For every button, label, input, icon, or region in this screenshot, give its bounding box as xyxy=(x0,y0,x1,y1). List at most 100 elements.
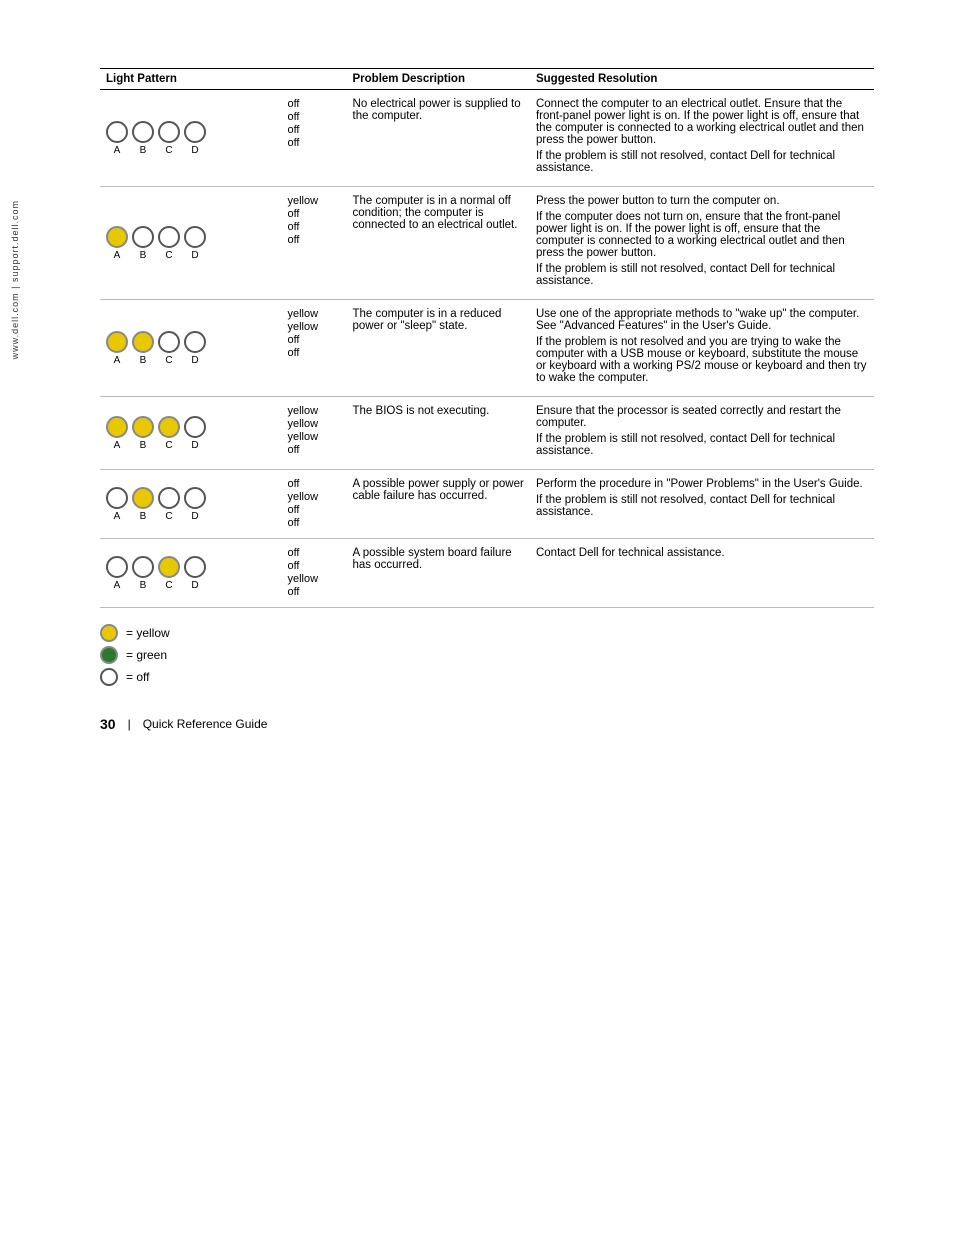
light-circle-3-1 xyxy=(132,416,154,438)
states-cell: yellowoffoffoff xyxy=(283,187,346,300)
light-circle-1-2 xyxy=(158,226,180,248)
resolution-text: If the problem is still not resolved, co… xyxy=(536,150,868,174)
light-label: A xyxy=(106,440,128,451)
problem-cell: A possible power supply or power cable f… xyxy=(347,470,530,539)
state-value: off xyxy=(287,547,342,560)
page-container: www.dell.com | support.dell.com Light Pa… xyxy=(0,0,954,1235)
state-value: off xyxy=(287,504,342,517)
light-circle-3-3 xyxy=(184,416,206,438)
light-label: C xyxy=(158,250,180,261)
table-row: ABCD yellowyellowoffoff The computer is … xyxy=(100,300,874,397)
light-label: C xyxy=(158,580,180,591)
states-cell: yellowyellowoffoff xyxy=(283,300,346,397)
light-circle-3-0 xyxy=(106,416,128,438)
light-label: D xyxy=(184,355,206,366)
problem-desc: The computer is in a normal off conditio… xyxy=(353,195,518,231)
light-pattern-cell: ABCD xyxy=(100,470,283,539)
light-circle-1-0 xyxy=(106,226,128,248)
light-circle-4-3 xyxy=(184,487,206,509)
light-label: D xyxy=(184,580,206,591)
state-value: yellow xyxy=(287,573,342,586)
light-label: B xyxy=(132,250,154,261)
problem-cell: No electrical power is supplied to the c… xyxy=(347,90,530,187)
light-label: A xyxy=(106,250,128,261)
state-value: off xyxy=(287,221,342,234)
col-header-light-pattern: Light Pattern xyxy=(100,69,283,90)
col-header-problem: Problem Description xyxy=(347,69,530,90)
resolution-cell: Press the power button to turn the compu… xyxy=(530,187,874,300)
light-label: C xyxy=(158,355,180,366)
state-value: off xyxy=(287,234,342,247)
state-value: off xyxy=(287,586,342,599)
state-value: off xyxy=(287,517,342,530)
resolution-cell: Perform the procedure in "Power Problems… xyxy=(530,470,874,539)
table-row: ABCD offyellowoffoff A possible power su… xyxy=(100,470,874,539)
light-circle-1-1 xyxy=(132,226,154,248)
problem-cell: The computer is in a reduced power or "s… xyxy=(347,300,530,397)
problem-desc: A possible power supply or power cable f… xyxy=(353,478,524,502)
state-value: yellow xyxy=(287,405,342,418)
light-label: A xyxy=(106,580,128,591)
light-pattern-cell: ABCD xyxy=(100,187,283,300)
light-label: D xyxy=(184,145,206,156)
resolution-cell: Ensure that the processor is seated corr… xyxy=(530,397,874,470)
legend-label: = off xyxy=(126,670,149,684)
legend-section: = yellow = green = off xyxy=(100,624,874,686)
light-circle-4-1 xyxy=(132,487,154,509)
light-circle-2-1 xyxy=(132,331,154,353)
states-cell: yellowyellowyellowoff xyxy=(283,397,346,470)
footer-divider: | xyxy=(128,717,131,731)
light-label: A xyxy=(106,355,128,366)
resolution-cell: Use one of the appropriate methods to "w… xyxy=(530,300,874,397)
resolution-text: Ensure that the processor is seated corr… xyxy=(536,405,868,429)
state-value: yellow xyxy=(287,418,342,431)
state-value: yellow xyxy=(287,491,342,504)
light-circle-4-0 xyxy=(106,487,128,509)
states-cell: offoffyellowoff xyxy=(283,539,346,608)
col-header-state xyxy=(283,69,346,90)
state-value: off xyxy=(287,444,342,457)
legend-item: = yellow xyxy=(100,624,874,642)
resolution-text: Use one of the appropriate methods to "w… xyxy=(536,308,868,332)
legend-label: = yellow xyxy=(126,626,170,640)
state-value: off xyxy=(287,478,342,491)
diagnostic-table: Light Pattern Problem Description Sugges… xyxy=(100,68,874,608)
guide-name: Quick Reference Guide xyxy=(143,717,268,731)
light-pattern-cell: ABCD xyxy=(100,90,283,187)
resolution-cell: Connect the computer to an electrical ou… xyxy=(530,90,874,187)
light-circle-1-3 xyxy=(184,226,206,248)
resolution-text: If the computer does not turn on, ensure… xyxy=(536,211,868,259)
state-value: off xyxy=(287,98,342,111)
light-label: B xyxy=(132,145,154,156)
problem-desc: The computer is in a reduced power or "s… xyxy=(353,308,502,332)
table-row: ABCD yellowoffoffoff The computer is in … xyxy=(100,187,874,300)
light-circle-3-2 xyxy=(158,416,180,438)
light-label: C xyxy=(158,440,180,451)
light-circle-0-0 xyxy=(106,121,128,143)
resolution-text: Perform the procedure in "Power Problems… xyxy=(536,478,868,490)
page-number: 30 xyxy=(100,716,116,732)
problem-desc: The BIOS is not executing. xyxy=(353,405,490,417)
light-circle-5-1 xyxy=(132,556,154,578)
problem-desc: No electrical power is supplied to the c… xyxy=(353,98,521,122)
light-label: D xyxy=(184,440,206,451)
resolution-text: Connect the computer to an electrical ou… xyxy=(536,98,868,146)
table-row: ABCD yellowyellowyellowoff The BIOS is n… xyxy=(100,397,874,470)
legend-item: = off xyxy=(100,668,874,686)
resolution-cell: Contact Dell for technical assistance. xyxy=(530,539,874,608)
problem-cell: The BIOS is not executing. xyxy=(347,397,530,470)
light-circle-0-2 xyxy=(158,121,180,143)
state-value: yellow xyxy=(287,431,342,444)
light-label: B xyxy=(132,511,154,522)
light-circle-5-2 xyxy=(158,556,180,578)
legend-item: = green xyxy=(100,646,874,664)
light-circle-5-3 xyxy=(184,556,206,578)
table-row: ABCD offoffoffoff No electrical power is… xyxy=(100,90,874,187)
light-label: D xyxy=(184,250,206,261)
sidebar-text: www.dell.com | support.dell.com xyxy=(10,200,20,359)
states-cell: offyellowoffoff xyxy=(283,470,346,539)
resolution-text: If the problem is still not resolved, co… xyxy=(536,494,868,518)
problem-cell: A possible system board failure has occu… xyxy=(347,539,530,608)
light-pattern-cell: ABCD xyxy=(100,539,283,608)
resolution-text: Press the power button to turn the compu… xyxy=(536,195,868,207)
